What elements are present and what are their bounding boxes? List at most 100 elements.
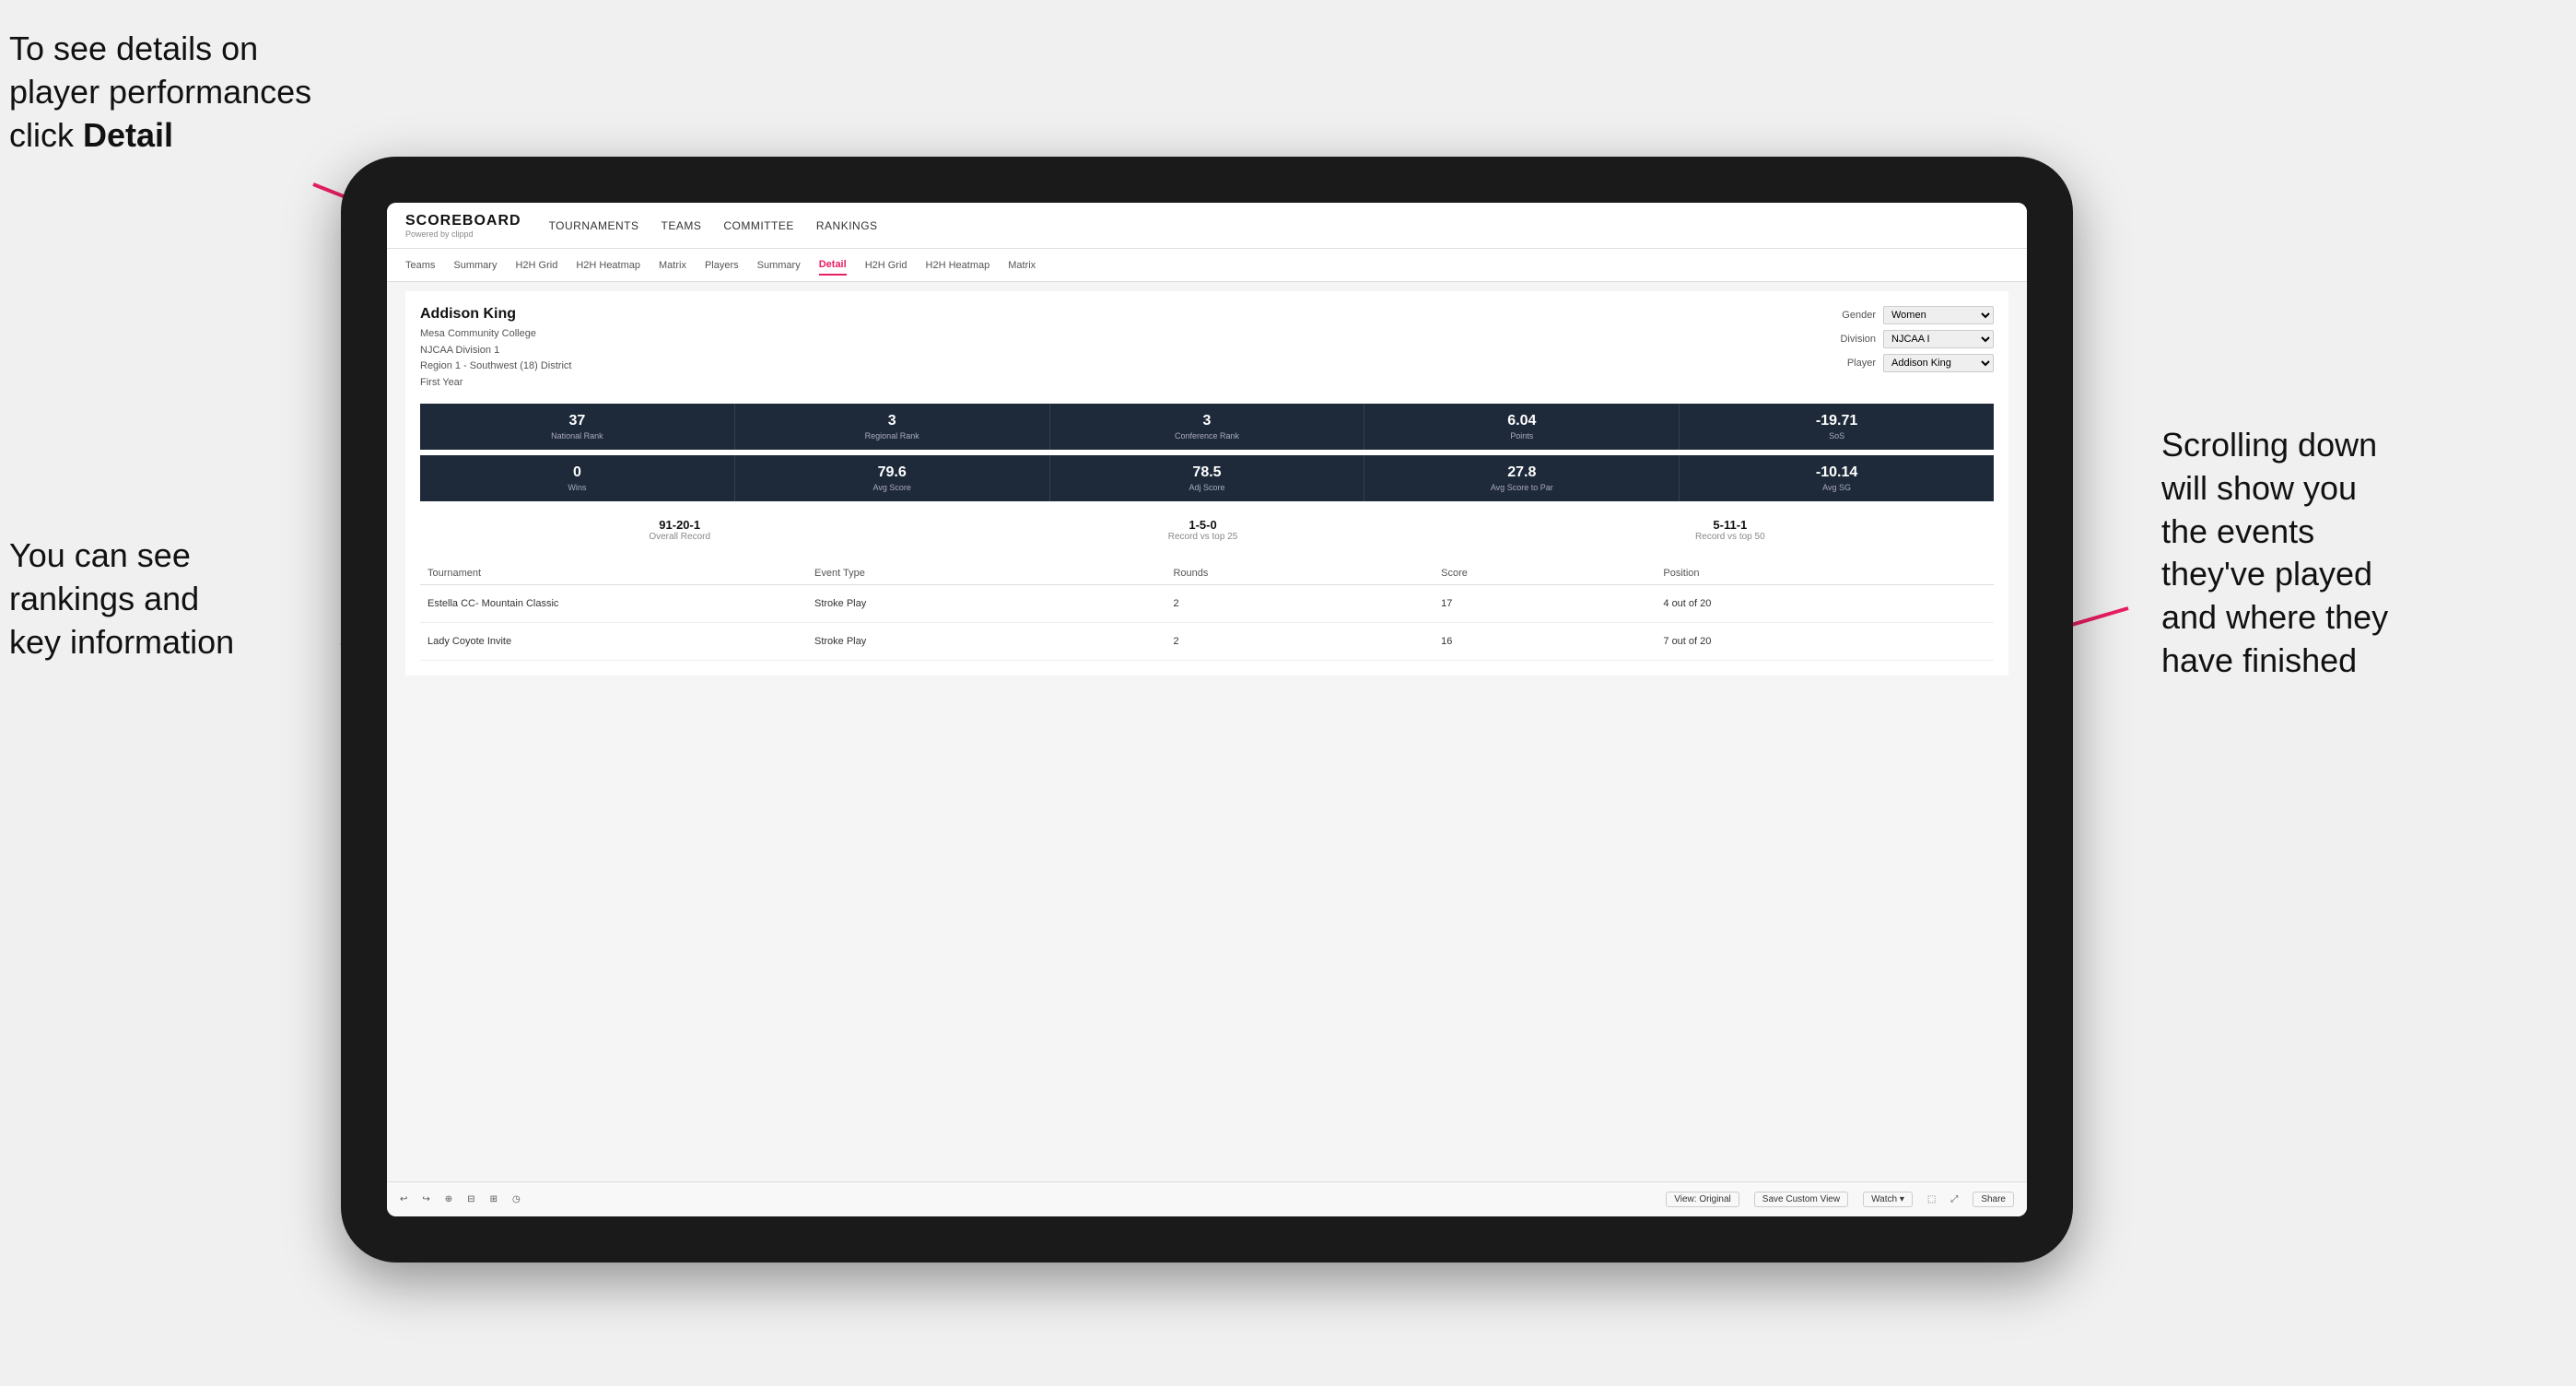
nav-teams[interactable]: TEAMS <box>662 216 702 236</box>
annotation-right: Scrolling down will show you the events … <box>2161 424 2548 683</box>
filter-player: Player Addison King <box>1821 354 1994 372</box>
stat-avg-sg: -10.14 Avg SG <box>1680 455 1994 501</box>
filter-division: Division NJCAA I <box>1821 330 1994 348</box>
tab-matrix-1[interactable]: Matrix <box>659 256 686 275</box>
player-filter-label: Player <box>1821 358 1876 369</box>
annotation-right-line3: the events <box>2161 512 2314 550</box>
annotation-right-line6: have finished <box>2161 641 2357 679</box>
tab-h2h-grid-1[interactable]: H2H Grid <box>515 256 557 275</box>
record-top25: 1-5-0 Record vs top 25 <box>1168 518 1238 542</box>
row2-score: 16 <box>1434 623 1656 661</box>
tab-matrix-2[interactable]: Matrix <box>1008 256 1036 275</box>
save-custom-btn[interactable]: Save Custom View <box>1754 1192 1848 1207</box>
tab-players[interactable]: Players <box>705 256 739 275</box>
screen-icon[interactable]: ⬚ <box>1927 1194 1936 1204</box>
stat-avg-score-to-par: 27.8 Avg Score to Par <box>1364 455 1680 501</box>
annotation-rankings-line2: rankings and <box>9 580 199 617</box>
gender-select[interactable]: Women <box>1883 306 1994 324</box>
nav-rankings[interactable]: RANKINGS <box>816 216 878 236</box>
row2-rounds: 2 <box>1165 623 1434 661</box>
stat-adj-score: 78.5 Adj Score <box>1050 455 1365 501</box>
row2-empty <box>697 623 807 661</box>
stat-wins-value: 0 <box>424 464 731 481</box>
annotation-rankings-line3: key information <box>9 623 234 661</box>
stat-sos: -19.71 SoS <box>1680 404 1994 450</box>
annotation-top-left: To see details on player performances cl… <box>9 28 350 157</box>
row1-position: 4 out of 20 <box>1656 585 1994 623</box>
toolbar-icon3[interactable]: ⊞ <box>490 1194 498 1204</box>
tab-h2h-grid-2[interactable]: H2H Grid <box>865 256 907 275</box>
col-rounds: Rounds <box>1165 562 1434 585</box>
annotation-rankings-line1: You can see <box>9 536 191 574</box>
row1-rounds: 2 <box>1165 585 1434 623</box>
toolbar-icon1[interactable]: ⊕ <box>445 1194 452 1204</box>
expand-icon[interactable]: ⤢ <box>1950 1194 1958 1204</box>
stat-wins-label: Wins <box>424 483 731 492</box>
content-inner: Addison King Mesa Community College NJCA… <box>405 291 2008 675</box>
undo-btn[interactable]: ↩ <box>400 1194 407 1204</box>
stat-regional-rank-value: 3 <box>739 413 1046 429</box>
tab-summary-2[interactable]: Summary <box>757 256 801 275</box>
stat-avg-sg-label: Avg SG <box>1683 483 1990 492</box>
record-top25-value: 1-5-0 <box>1168 518 1238 532</box>
player-division: NJCAA Division 1 <box>420 343 571 359</box>
stat-wins: 0 Wins <box>420 455 735 501</box>
stat-conference-rank: 3 Conference Rank <box>1050 404 1365 450</box>
col-score: Score <box>1434 562 1656 585</box>
division-label: Division <box>1821 334 1876 345</box>
stat-adj-score-label: Adj Score <box>1054 483 1361 492</box>
annotation-right-line5: and where they <box>2161 598 2388 636</box>
player-year: First Year <box>420 375 571 392</box>
record-top25-label: Record vs top 25 <box>1168 532 1238 542</box>
nav-tournaments[interactable]: TOURNAMENTS <box>549 216 639 236</box>
tablet-screen: SCOREBOARD Powered by clippd TOURNAMENTS… <box>387 203 2027 1216</box>
tab-h2h-heatmap-2[interactable]: H2H Heatmap <box>926 256 990 275</box>
col-tournament: Tournament <box>420 562 697 585</box>
annotation-detail-bold: Detail <box>83 116 173 154</box>
tab-detail[interactable]: Detail <box>819 255 847 276</box>
stat-avg-score-to-par-value: 27.8 <box>1368 464 1675 481</box>
top-nav-items: TOURNAMENTS TEAMS COMMITTEE RANKINGS <box>549 216 878 236</box>
annotation-right-line1: Scrolling down <box>2161 426 2377 464</box>
second-nav: Teams Summary H2H Grid H2H Heatmap Matri… <box>387 249 2027 282</box>
redo-btn[interactable]: ↪ <box>422 1194 429 1204</box>
stat-national-rank-label: National Rank <box>424 431 731 440</box>
annotation-bottom-left: You can see rankings and key information <box>9 534 350 664</box>
player-college: Mesa Community College <box>420 326 571 343</box>
tablet-frame: SCOREBOARD Powered by clippd TOURNAMENTS… <box>341 157 2073 1263</box>
main-content: Addison King Mesa Community College NJCA… <box>387 282 2027 1181</box>
division-select[interactable]: NJCAA I <box>1883 330 1994 348</box>
stat-points-label: Points <box>1368 431 1675 440</box>
row1-score: 17 <box>1434 585 1656 623</box>
view-original-btn[interactable]: View: Original <box>1666 1192 1739 1207</box>
share-btn[interactable]: Share <box>1973 1192 2014 1207</box>
stat-conference-rank-label: Conference Rank <box>1054 431 1361 440</box>
record-top50-value: 5-11-1 <box>1695 518 1765 532</box>
watch-btn[interactable]: Watch ▾ <box>1863 1192 1913 1207</box>
stat-national-rank-value: 37 <box>424 413 731 429</box>
player-select[interactable]: Addison King <box>1883 354 1994 372</box>
stats-row2: 0 Wins 79.6 Avg Score 78.5 Adj Score 27.… <box>420 455 1994 501</box>
gender-label: Gender <box>1821 310 1876 321</box>
tab-summary-1[interactable]: Summary <box>453 256 497 275</box>
toolbar-icon2[interactable]: ⊟ <box>467 1194 474 1204</box>
stat-avg-score-value: 79.6 <box>739 464 1046 481</box>
toolbar-icon4[interactable]: ◷ <box>512 1194 521 1204</box>
bottom-toolbar: ↩ ↪ ⊕ ⊟ ⊞ ◷ View: Original Save Custom V… <box>387 1181 2027 1216</box>
annotation-right-line2: will show you <box>2161 469 2357 507</box>
row2-tournament: Lady Coyote Invite <box>420 623 697 661</box>
row1-empty <box>697 585 807 623</box>
row2-position: 7 out of 20 <box>1656 623 1994 661</box>
col-position: Position <box>1656 562 1994 585</box>
tab-teams[interactable]: Teams <box>405 256 435 275</box>
scoreboard-logo: SCOREBOARD Powered by clippd <box>405 213 521 239</box>
stat-conference-rank-value: 3 <box>1054 413 1361 429</box>
record-overall-value: 91-20-1 <box>649 518 710 532</box>
stat-sos-label: SoS <box>1683 431 1990 440</box>
stat-national-rank: 37 National Rank <box>420 404 735 450</box>
record-top50-label: Record vs top 50 <box>1695 532 1765 542</box>
player-name: Addison King <box>420 306 571 323</box>
tab-h2h-heatmap-1[interactable]: H2H Heatmap <box>576 256 640 275</box>
nav-committee[interactable]: COMMITTEE <box>723 216 794 236</box>
records-row: 91-20-1 Overall Record 1-5-0 Record vs t… <box>420 511 1994 549</box>
